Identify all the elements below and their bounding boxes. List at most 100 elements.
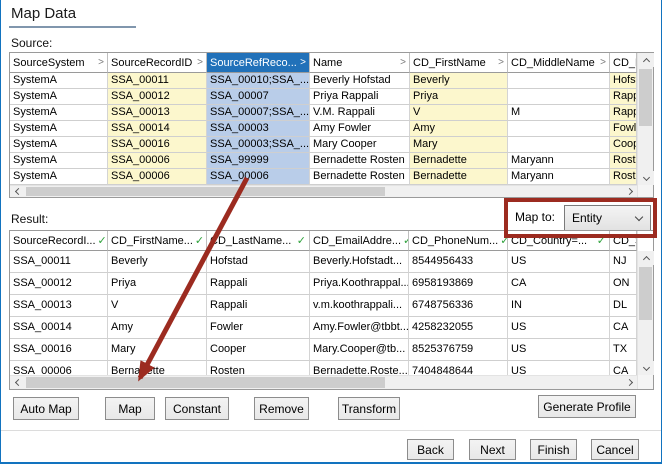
column-header-sourcesystem[interactable]: SourceSystem> [10, 53, 108, 73]
cell[interactable]: 6748756336 [409, 295, 508, 317]
cell[interactable]: SSA_00011 [108, 73, 207, 89]
result-grid-vscrollbar[interactable] [637, 231, 653, 389]
cell[interactable] [508, 137, 610, 153]
cell[interactable]: SSA_00016 [108, 137, 207, 153]
cell[interactable] [508, 89, 610, 105]
cell[interactable]: ON [610, 273, 637, 295]
scroll-down-icon[interactable] [638, 171, 654, 185]
cell[interactable]: 8525376759 [409, 339, 508, 361]
cell[interactable]: SSA_00014 [108, 121, 207, 137]
column-header-cd-country[interactable]: CD_Country=...✓ [508, 231, 610, 251]
cell[interactable]: Priya [108, 273, 207, 295]
cell[interactable]: Hofst [610, 73, 637, 89]
column-header-sourcerecordi[interactable]: SourceRecordI...✓ [10, 231, 108, 251]
cell[interactable] [508, 73, 610, 89]
cell[interactable]: SSA_00006 [207, 169, 310, 185]
cell[interactable]: Rappali [207, 273, 310, 295]
next-button[interactable]: Next [469, 439, 516, 460]
cell[interactable]: SSA_00006 [108, 169, 207, 185]
cell[interactable]: Bernadette [410, 169, 508, 185]
cell[interactable]: Bernadette [108, 361, 207, 375]
cell[interactable]: Amy Fowler [310, 121, 410, 137]
scroll-right-icon[interactable] [623, 376, 637, 389]
cell[interactable]: Maryann [508, 169, 610, 185]
cell[interactable]: Bernadette.Roste... [310, 361, 409, 375]
cell[interactable]: 7404848644 [409, 361, 508, 375]
cell[interactable]: SSA_00011 [10, 251, 108, 273]
cell[interactable]: SSA_99999 [207, 153, 310, 169]
column-header-cd-middlename[interactable]: CD_MiddleName> [508, 53, 610, 73]
cell[interactable]: Coope [610, 137, 637, 153]
cell[interactable]: SSA_00003;SSA_... [207, 137, 310, 153]
cell[interactable]: Bernadette Rosten [310, 153, 410, 169]
cell[interactable]: v.m.koothrappali... [310, 295, 409, 317]
cell[interactable]: IN [508, 295, 610, 317]
source-grid-vscrollbar[interactable] [637, 53, 653, 197]
cell[interactable]: Amy [410, 121, 508, 137]
vscroll-track[interactable] [638, 67, 653, 171]
column-header-cd-firstname[interactable]: CD_FirstName...✓ [108, 231, 207, 251]
vscroll-track[interactable] [638, 265, 653, 361]
scroll-down-icon[interactable] [638, 361, 654, 375]
cell[interactable]: M [508, 105, 610, 121]
cell[interactable]: SSA_00006 [108, 153, 207, 169]
cell[interactable]: CA [610, 361, 637, 375]
cell[interactable]: SSA_00012 [10, 273, 108, 295]
column-header-cd-l[interactable]: CD_L [610, 53, 637, 73]
column-header-name[interactable]: Name> [310, 53, 410, 73]
vscroll-thumb[interactable] [639, 267, 652, 320]
cell[interactable]: SSA_00010;SSA_... [207, 73, 310, 89]
cell[interactable]: Fowler [207, 317, 310, 339]
remove-button[interactable]: Remove [254, 397, 309, 420]
cell[interactable]: SystemA [10, 153, 108, 169]
column-header-cd-phonenum[interactable]: CD_PhoneNum...✓ [409, 231, 508, 251]
cell[interactable]: SSA_00014 [10, 317, 108, 339]
cell[interactable]: SSA_00003 [207, 121, 310, 137]
hscroll-track[interactable] [24, 186, 623, 197]
cell[interactable] [508, 121, 610, 137]
back-button[interactable]: Back [407, 439, 454, 460]
cell[interactable]: CA [610, 317, 637, 339]
cell[interactable]: V.M. Rappali [310, 105, 410, 121]
scroll-left-icon[interactable] [10, 186, 24, 197]
cell[interactable]: DL [610, 295, 637, 317]
cell[interactable]: Cooper [207, 339, 310, 361]
cell[interactable]: Hofstad [207, 251, 310, 273]
column-header-cd-st[interactable]: CD_St [610, 231, 637, 251]
hscroll-track[interactable] [24, 376, 623, 389]
cancel-button[interactable]: Cancel [591, 439, 639, 460]
cell[interactable]: US [508, 361, 610, 375]
cell[interactable]: Beverly [108, 251, 207, 273]
cell[interactable]: Rappa [610, 105, 637, 121]
vscroll-thumb[interactable] [639, 69, 652, 126]
cell[interactable]: Beverly.Hofstadt... [310, 251, 409, 273]
cell[interactable]: Beverly Hofstad [310, 73, 410, 89]
cell[interactable]: Mary.Cooper@tb... [310, 339, 409, 361]
cell[interactable]: 6958193869 [409, 273, 508, 295]
cell[interactable]: SSA_00012 [108, 89, 207, 105]
cell[interactable]: V [108, 295, 207, 317]
scroll-up-icon[interactable] [638, 251, 654, 265]
cell[interactable]: Mary [108, 339, 207, 361]
scroll-up-icon[interactable] [638, 53, 654, 67]
cell[interactable]: SSA_00016 [10, 339, 108, 361]
cell[interactable]: Bernadette [410, 153, 508, 169]
cell[interactable]: V [410, 105, 508, 121]
cell[interactable]: Amy.Fowler@tbbt... [310, 317, 409, 339]
result-grid-hscrollbar[interactable] [10, 375, 637, 389]
constant-button[interactable]: Constant [165, 397, 229, 420]
cell[interactable]: CA [508, 273, 610, 295]
column-header-cd-firstname[interactable]: CD_FirstName> [410, 53, 508, 73]
cell[interactable]: Rappali [207, 295, 310, 317]
cell[interactable]: 4258232055 [409, 317, 508, 339]
cell[interactable]: Priya Rappali [310, 89, 410, 105]
cell[interactable]: SystemA [10, 169, 108, 185]
cell[interactable]: SystemA [10, 121, 108, 137]
generate-profile-button[interactable]: Generate Profile [538, 395, 636, 418]
cell[interactable]: US [508, 317, 610, 339]
cell[interactable]: Maryann [508, 153, 610, 169]
cell[interactable]: Bernadette Rosten [310, 169, 410, 185]
cell[interactable]: Beverly [410, 73, 508, 89]
cell[interactable]: SSA_00013 [108, 105, 207, 121]
map-to-dropdown[interactable]: Entity [564, 205, 651, 231]
